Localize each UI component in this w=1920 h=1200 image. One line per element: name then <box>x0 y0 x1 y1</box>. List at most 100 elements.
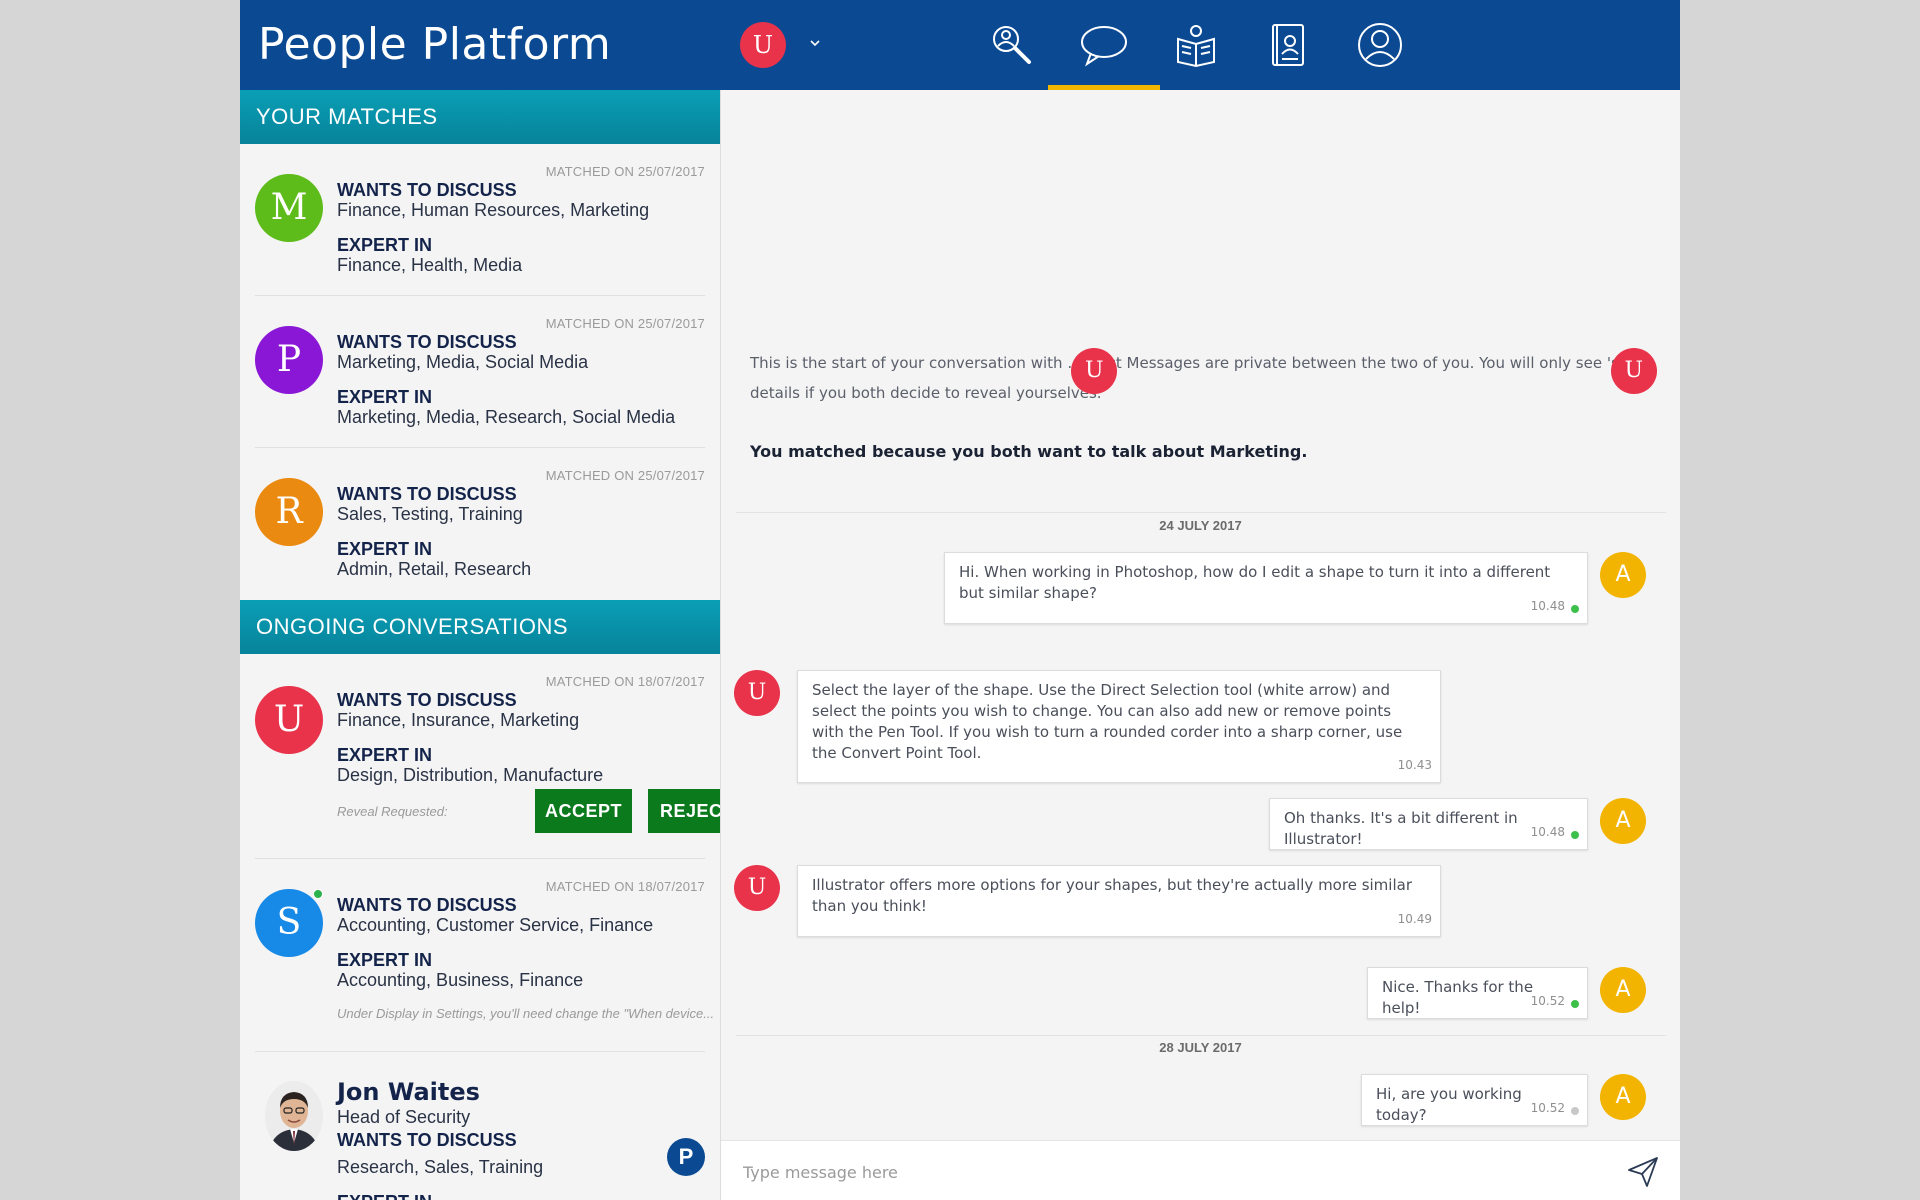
match-date: MATCHED ON 18/07/2017 <box>545 674 705 689</box>
profile-photo <box>265 1081 323 1151</box>
expert-label: EXPERT IN <box>337 387 433 407</box>
match-date: MATCHED ON 25/07/2017 <box>545 316 705 331</box>
my-avatar: A <box>1600 967 1646 1013</box>
message-text: Select the layer of the shape. Use the D… <box>812 681 1403 762</box>
message-bubble-sent: Nice. Thanks for the help! 10.52 <box>1367 967 1588 1019</box>
chat-bubble-icon <box>1081 26 1127 67</box>
message-bubble-received: Select the layer of the shape. Use the D… <box>797 670 1441 783</box>
message-time: 10.52 <box>1530 994 1565 1008</box>
read-status-icon <box>1571 1000 1579 1008</box>
current-user-avatar: U <box>740 22 786 68</box>
message-text: Illustrator offers more options for your… <box>812 876 1412 915</box>
read-status-icon <box>1571 605 1579 613</box>
ongoing-conversations-header: ONGOING CONVERSATIONS <box>240 600 720 654</box>
date-separator: 28 JULY 2017 <box>1159 1040 1242 1055</box>
your-matches-header: YOUR MATCHES <box>240 90 720 144</box>
message-text: Hi, are you working today? <box>1376 1085 1522 1124</box>
app-window: People Platform U YOUR MATCHES M MATCHED… <box>240 0 1680 1200</box>
partner-avatar-inline: U <box>1071 348 1118 394</box>
conversation-card[interactable]: Jon Waites Head of Security WANTS TO DIS… <box>255 1052 705 1200</box>
book-icon <box>1177 25 1215 68</box>
date-separator: 24 JULY 2017 <box>1159 518 1242 533</box>
conversation-intro: This is the start of your conversation w… <box>750 348 1657 408</box>
discuss-topics: Finance, Human Resources, Marketing <box>337 200 650 220</box>
intro-text: . Direct Messages are private between th… <box>1067 354 1603 372</box>
message-text: Oh thanks. It's a bit different in Illus… <box>1284 809 1518 848</box>
partner-avatar-inline: U <box>1610 348 1657 394</box>
expert-label: EXPERT IN <box>337 539 433 559</box>
matches-sidebar: YOUR MATCHES M MATCHED ON 25/07/2017 WAN… <box>240 90 721 1200</box>
contact-role: Head of Security <box>337 1107 471 1127</box>
nav-profile[interactable] <box>1324 0 1436 90</box>
discuss-topics: Accounting, Customer Service, Finance <box>337 915 654 935</box>
conversation-card[interactable]: U MATCHED ON 18/07/2017 WANTS TO DISCUSS… <box>255 654 720 859</box>
message-bubble-sent: Hi, are you working today? 10.52 <box>1361 1074 1588 1126</box>
message-composer <box>721 1140 1680 1200</box>
discuss-topics: Finance, Insurance, Marketing <box>337 710 580 730</box>
message-time: 10.52 <box>1530 1101 1565 1115</box>
discuss-label: WANTS TO DISCUSS <box>337 1130 517 1150</box>
expert-label: EXPERT IN <box>337 745 433 765</box>
expert-label: EXPERT IN <box>337 950 433 970</box>
read-status-icon <box>1571 831 1579 839</box>
contact-name: Jon Waites <box>337 1078 480 1106</box>
online-status-dot <box>313 889 323 899</box>
expert-topics: Marketing, Media, Research, Social Media <box>337 407 676 427</box>
match-date: MATCHED ON 25/07/2017 <box>545 164 705 179</box>
discuss-topics: Research, Sales, Training <box>337 1157 544 1177</box>
match-card[interactable]: P MATCHED ON 25/07/2017 WANTS TO DISCUSS… <box>255 296 705 448</box>
conversation-avatar: U <box>255 686 323 754</box>
app-logo[interactable]: People Platform <box>258 18 611 72</box>
match-card[interactable]: M MATCHED ON 25/07/2017 WANTS TO DISCUSS… <box>255 144 705 296</box>
expert-label: EXPERT IN <box>337 1192 432 1200</box>
sent-status-icon <box>1571 1107 1579 1115</box>
message-input[interactable] <box>741 1153 1565 1191</box>
user-circle-icon <box>1358 23 1402 67</box>
intro-text: This is the start of your conversation w… <box>750 354 1063 372</box>
divider <box>736 512 1666 513</box>
reveal-requested-label: Reveal Requested: <box>337 804 448 819</box>
message-text: Hi. When working in Photoshop, how do I … <box>959 563 1551 602</box>
partner-avatar: U <box>734 670 780 716</box>
send-icon[interactable] <box>1626 1155 1660 1189</box>
discuss-topics: Sales, Testing, Training <box>337 504 523 524</box>
accept-button[interactable]: ACCEPT <box>535 789 632 833</box>
discuss-label: WANTS TO DISCUSS <box>337 484 517 504</box>
conversation-card[interactable]: S MATCHED ON 18/07/2017 WANTS TO DISCUSS… <box>255 859 714 1052</box>
top-header: People Platform U <box>240 0 1680 90</box>
my-avatar: A <box>1600 798 1646 844</box>
expert-topics: Admin, Retail, Research <box>337 559 532 579</box>
user-switcher[interactable]: U <box>740 22 830 68</box>
match-card[interactable]: R MATCHED ON 25/07/2017 WANTS TO DISCUSS… <box>255 448 705 600</box>
reject-button[interactable]: REJECT <box>648 789 720 833</box>
expert-topics: Finance, Health, Media <box>337 255 523 275</box>
expert-topics: Design, Distribution, Manufacture <box>337 765 604 785</box>
message-text: Nice. Thanks for the help! <box>1382 978 1534 1017</box>
my-avatar: A <box>1600 552 1646 598</box>
match-date: MATCHED ON 18/07/2017 <box>545 879 705 894</box>
message-time: 10.49 <box>1397 912 1432 926</box>
message-bubble-received: Illustrator offers more options for your… <box>797 865 1441 937</box>
expert-topics: Accounting, Business, Finance <box>337 970 584 990</box>
message-time: 10.48 <box>1530 825 1565 839</box>
partner-avatar: U <box>734 865 780 911</box>
match-reason: You matched because you both want to tal… <box>750 442 1308 461</box>
divider <box>736 1035 1666 1036</box>
discuss-label: WANTS TO DISCUSS <box>337 690 517 710</box>
platform-badge-icon: P <box>667 1138 705 1176</box>
match-date: MATCHED ON 25/07/2017 <box>545 468 705 483</box>
message-bubble-sent: Hi. When working in Photoshop, how do I … <box>944 552 1588 624</box>
chevron-down-icon <box>810 40 820 47</box>
discuss-topics: Marketing, Media, Social Media <box>337 352 589 372</box>
message-time: 10.48 <box>1530 599 1565 613</box>
discuss-label: WANTS TO DISCUSS <box>337 895 517 915</box>
discuss-label: WANTS TO DISCUSS <box>337 180 517 200</box>
discuss-label: WANTS TO DISCUSS <box>337 332 517 352</box>
conversation-avatar: S <box>255 889 323 957</box>
expert-label: EXPERT IN <box>337 235 433 255</box>
match-avatar: R <box>255 478 323 546</box>
search-people-icon <box>993 26 1031 64</box>
match-avatar: P <box>255 326 323 394</box>
conversation-panel: This is the start of your conversation w… <box>721 90 1680 1200</box>
match-avatar: M <box>255 174 323 242</box>
